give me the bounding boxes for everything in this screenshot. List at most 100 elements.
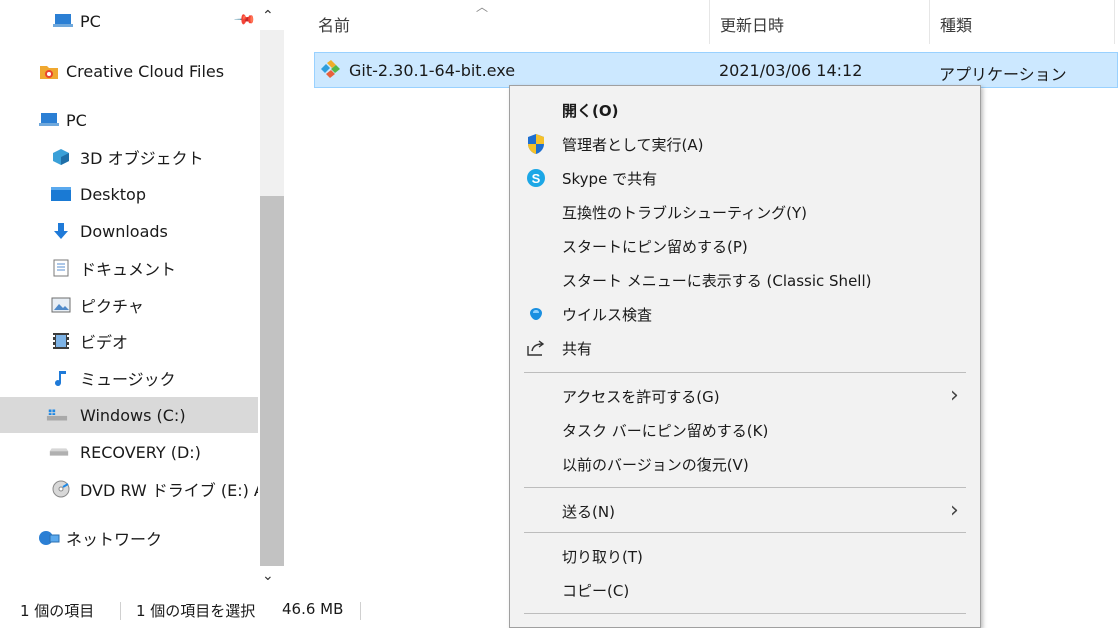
antivirus-icon bbox=[524, 303, 548, 325]
chevron-right-icon: › bbox=[950, 498, 959, 523]
menu-item-label: コピー(C) bbox=[562, 582, 630, 600]
menu-item-label: スタート メニューに表示する (Classic Shell) bbox=[562, 272, 872, 290]
nav-item-label: Downloads bbox=[80, 221, 168, 241]
status-divider bbox=[120, 602, 121, 620]
menu-separator bbox=[524, 372, 966, 373]
drive-icon bbox=[48, 443, 70, 461]
menu-separator bbox=[524, 532, 966, 533]
menu-item-virus-scan[interactable]: ウイルス検査 bbox=[510, 297, 980, 331]
nav-item-windows-c[interactable]: Windows (C:) bbox=[0, 397, 258, 433]
menu-item-run-as-admin[interactable]: 管理者として実行(A) bbox=[510, 127, 980, 161]
selected-count: 1 個の項目を選択 bbox=[136, 602, 256, 620]
menu-item-open[interactable]: 開く(O) bbox=[510, 93, 980, 127]
menu-item-label: 切り取り(T) bbox=[562, 548, 643, 566]
windows-drive-icon bbox=[46, 406, 68, 424]
menu-item-share[interactable]: 共有 bbox=[510, 331, 980, 365]
nav-item-dvd-e[interactable]: DVD RW ドライブ (E:) Au bbox=[0, 471, 258, 507]
creative-cloud-icon bbox=[38, 62, 60, 80]
menu-item-cut[interactable]: 切り取り(T) bbox=[510, 539, 980, 573]
nav-item-label: DVD RW ドライブ (E:) Au bbox=[80, 481, 258, 500]
column-header-date[interactable]: 更新日時 bbox=[720, 12, 784, 36]
uac-shield-icon bbox=[524, 133, 548, 155]
nav-item-creative-cloud[interactable]: Creative Cloud Files bbox=[0, 53, 258, 89]
context-menu: 開く(O) 管理者として実行(A) S Skype で共有 互換性のトラブルシュ… bbox=[509, 85, 981, 628]
file-type: アプリケーション bbox=[939, 65, 1067, 84]
network-icon bbox=[38, 529, 60, 547]
menu-item-label: スタートにピン留めする(P) bbox=[562, 238, 748, 256]
menu-item-start-menu-classic[interactable]: スタート メニューに表示する (Classic Shell) bbox=[510, 263, 980, 297]
menu-item-restore-versions[interactable]: 以前のバージョンの復元(V) bbox=[510, 447, 980, 481]
file-name: Git-2.30.1-64-bit.exe bbox=[349, 61, 516, 80]
pc-icon bbox=[52, 12, 74, 30]
nav-item-label: ネットワーク bbox=[66, 530, 163, 549]
column-divider[interactable] bbox=[929, 0, 930, 44]
menu-separator bbox=[524, 487, 966, 488]
nav-item-documents[interactable]: ドキュメント bbox=[0, 250, 258, 286]
chevron-right-icon: › bbox=[950, 383, 959, 408]
column-header-type[interactable]: 種類 bbox=[940, 12, 972, 36]
nav-item-label: Creative Cloud Files bbox=[66, 61, 225, 81]
nav-item-downloads[interactable]: Downloads bbox=[0, 213, 258, 249]
nav-item-music[interactable]: ミュージック bbox=[0, 360, 258, 396]
scroll-up-icon[interactable]: ⌃ bbox=[262, 8, 274, 24]
menu-item-pin-taskbar[interactable]: タスク バーにピン留めする(K) bbox=[510, 413, 980, 447]
nav-item-label: ピクチャ bbox=[80, 297, 144, 316]
downloads-icon bbox=[50, 222, 72, 240]
menu-item-label: タスク バーにピン留めする(K) bbox=[562, 422, 769, 440]
item-count: 1 個の項目 bbox=[20, 602, 95, 620]
svg-text:S: S bbox=[532, 171, 541, 186]
nav-item-label: Desktop bbox=[80, 184, 146, 204]
nav-item-network[interactable]: ネットワーク bbox=[0, 520, 258, 556]
sort-ascending-icon: ︿ bbox=[476, 0, 489, 14]
music-icon bbox=[50, 369, 72, 387]
menu-item-label: 管理者として実行(A) bbox=[562, 136, 704, 154]
nav-item-label: PC bbox=[80, 11, 101, 31]
menu-item-label: アクセスを許可する(G) bbox=[562, 388, 720, 406]
nav-item-label: 3D オブジェクト bbox=[80, 149, 204, 168]
3d-objects-icon bbox=[50, 148, 72, 166]
menu-item-label: ウイルス検査 bbox=[562, 306, 653, 324]
nav-item-pinned-pc[interactable]: PC bbox=[0, 3, 258, 39]
nav-item-desktop[interactable]: Desktop bbox=[0, 176, 258, 212]
menu-item-label: 以前のバージョンの復元(V) bbox=[562, 456, 749, 474]
share-icon bbox=[524, 337, 548, 359]
file-row[interactable]: Git-2.30.1-64-bit.exe 2021/03/06 14:12 ア… bbox=[314, 52, 1118, 88]
nav-item-pictures[interactable]: ピクチャ bbox=[0, 287, 258, 323]
menu-item-label: 共有 bbox=[562, 340, 593, 358]
menu-item-label: Skype で共有 bbox=[562, 170, 658, 188]
nav-item-label: ミュージック bbox=[80, 370, 176, 389]
nav-item-pc[interactable]: PC bbox=[0, 102, 258, 138]
documents-icon bbox=[50, 259, 72, 277]
nav-item-label: ドキュメント bbox=[80, 260, 177, 279]
menu-item-compat[interactable]: 互換性のトラブルシューティング(Y) bbox=[510, 195, 980, 229]
scroll-down-icon[interactable]: ⌄ bbox=[262, 568, 274, 584]
pc-icon bbox=[38, 111, 60, 129]
skype-icon: S bbox=[524, 167, 548, 189]
file-date: 2021/03/06 14:12 bbox=[719, 61, 863, 80]
menu-item-give-access[interactable]: アクセスを許可する(G) › bbox=[510, 379, 980, 413]
nav-item-label: Windows (C:) bbox=[80, 405, 186, 425]
menu-item-copy[interactable]: コピー(C) bbox=[510, 573, 980, 607]
navigation-pane: PC 📌 ⌃ Creative Cloud Files PC 3D オブジェクト… bbox=[0, 0, 286, 594]
menu-item-send-to[interactable]: 送る(N) › bbox=[510, 494, 980, 528]
nav-scrollbar-thumb[interactable] bbox=[260, 196, 284, 566]
menu-item-label: 互換性のトラブルシューティング(Y) bbox=[562, 204, 807, 222]
nav-item-label: ビデオ bbox=[80, 333, 129, 352]
desktop-icon bbox=[50, 185, 72, 203]
dvd-drive-icon bbox=[50, 480, 72, 498]
pictures-icon bbox=[50, 296, 72, 314]
column-divider[interactable] bbox=[709, 0, 710, 44]
nav-item-3d-objects[interactable]: 3D オブジェクト bbox=[0, 139, 258, 175]
menu-item-skype-share[interactable]: S Skype で共有 bbox=[510, 161, 980, 195]
column-divider[interactable] bbox=[1114, 0, 1115, 44]
column-header-name[interactable]: 名前 bbox=[318, 12, 350, 36]
menu-separator bbox=[524, 613, 966, 614]
selected-size: 46.6 MB bbox=[282, 600, 344, 618]
nav-item-label: PC bbox=[66, 110, 87, 130]
nav-item-videos[interactable]: ビデオ bbox=[0, 323, 258, 359]
nav-item-label: RECOVERY (D:) bbox=[80, 442, 201, 462]
menu-item-label: 開く(O) bbox=[562, 102, 619, 120]
git-app-icon bbox=[319, 59, 341, 83]
menu-item-pin-start[interactable]: スタートにピン留めする(P) bbox=[510, 229, 980, 263]
nav-item-recovery-d[interactable]: RECOVERY (D:) bbox=[0, 434, 258, 470]
